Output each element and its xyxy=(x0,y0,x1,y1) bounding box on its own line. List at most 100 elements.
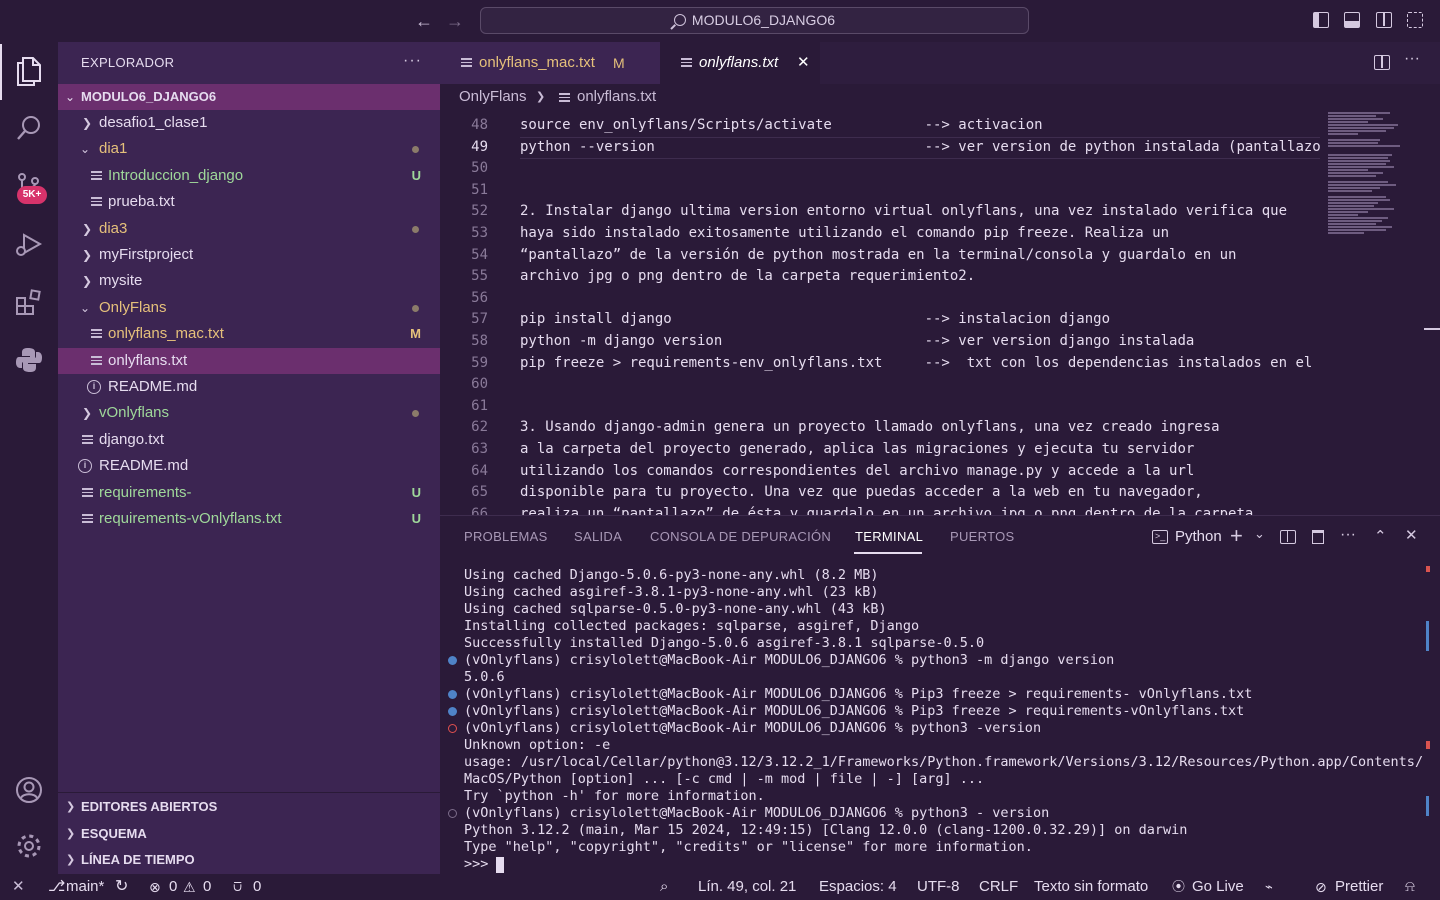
terminal-scrollbar[interactable] xyxy=(1426,566,1430,866)
line-number: 54 xyxy=(471,246,488,263)
file-readme-md[interactable]: i README.md xyxy=(58,453,440,479)
error-count[interactable]: 0 xyxy=(169,874,177,900)
chevron-right-icon: ❯ xyxy=(82,248,93,262)
source-control-badge: 5K+ xyxy=(17,186,47,204)
chevron-down-icon[interactable]: ⌄ xyxy=(1254,526,1265,542)
tab-ports[interactable]: PUERTOS xyxy=(950,529,1014,544)
workspace-root[interactable]: ⌄ MODULO6_DJANGO6 xyxy=(58,84,440,110)
extensions-icon[interactable] xyxy=(0,276,58,324)
cursor-position[interactable]: Lín. 49, col. 21 xyxy=(698,874,796,900)
more-actions-icon[interactable]: ··· xyxy=(1340,526,1356,544)
end-of-line[interactable]: CRLF xyxy=(979,874,1018,900)
maximize-panel-icon[interactable]: ⌃ xyxy=(1374,527,1387,545)
more-actions-icon[interactable]: ··· xyxy=(403,52,422,70)
folder-dia3[interactable]: ❯ dia3 xyxy=(58,216,440,242)
minimap[interactable] xyxy=(1320,110,1440,515)
customize-layout-icon[interactable] xyxy=(1407,12,1423,28)
back-arrow-icon[interactable]: ← xyxy=(413,10,435,32)
file-requirements-vonlyflans[interactable]: requirements-vOnlyflans.txt U xyxy=(58,506,440,532)
section-open-editors[interactable]: ❯ EDITORES ABIERTOS xyxy=(58,794,440,820)
tree-item-label: desafio1_clase1 xyxy=(99,114,208,131)
explorer-icon[interactable] xyxy=(0,44,58,100)
chevron-right-icon: ❯ xyxy=(82,222,93,236)
section-outline[interactable]: ❯ ESQUEMA xyxy=(58,821,440,847)
tree-item-label: OnlyFlans xyxy=(99,299,167,316)
remote-icon[interactable]: ✕ xyxy=(12,874,25,900)
tab-output[interactable]: SALIDA xyxy=(574,529,622,544)
run-debug-icon[interactable] xyxy=(0,218,58,266)
close-tab-icon[interactable]: ✕ xyxy=(797,42,810,84)
notifications-bell-icon[interactable]: ⍾ xyxy=(1405,874,1415,900)
settings-gear-icon[interactable] xyxy=(0,820,58,868)
split-terminal-icon[interactable] xyxy=(1280,530,1296,544)
command-decoration-icon[interactable] xyxy=(448,809,457,818)
minimap-line xyxy=(1328,232,1364,234)
minimap-line xyxy=(1328,190,1372,192)
file-requirements[interactable]: requirements- U xyxy=(58,480,440,506)
minimap-slider[interactable] xyxy=(1424,328,1440,330)
toggle-secondary-sidebar-icon[interactable] xyxy=(1376,12,1392,28)
file-onlyflans-mac-txt[interactable]: onlyflans_mac.txt M xyxy=(58,321,440,347)
editor-tab-bar: onlyflans_mac.txt M onlyflans.txt ✕ ··· xyxy=(440,42,1440,84)
folder-dia1[interactable]: ⌄ dia1 xyxy=(58,136,440,162)
chevron-down-icon: ⌄ xyxy=(65,90,76,104)
code-editor[interactable]: 48 source env_onlyflans/Scripts/activate … xyxy=(440,110,1320,515)
tab-onlyflans[interactable]: onlyflans.txt ✕ xyxy=(660,42,820,84)
file-django-txt[interactable]: django.txt xyxy=(58,427,440,453)
new-terminal-icon[interactable]: + xyxy=(1230,523,1243,549)
command-decoration-icon[interactable] xyxy=(448,707,457,716)
sync-icon[interactable]: ↻ xyxy=(115,874,128,900)
command-error-icon[interactable] xyxy=(448,724,457,733)
file-onlyflans-readme[interactable]: i README.md xyxy=(58,374,440,400)
indentation[interactable]: Espacios: 4 xyxy=(819,874,897,900)
section-timeline[interactable]: ❯ LÍNEA DE TIEMPO xyxy=(58,847,440,873)
tab-debug-console[interactable]: CONSOLA DE DEPURACIÓN xyxy=(650,529,831,544)
close-panel-icon[interactable]: ✕ xyxy=(1405,526,1418,544)
command-center-search[interactable]: MODULO6_DJANGO6 xyxy=(480,7,1029,34)
folder-vonlyflans[interactable]: ❯ vOnlyflans xyxy=(58,400,440,426)
code-line: realiza un “pantallazo” de ésta y guarda… xyxy=(520,505,1254,515)
breadcrumb-file[interactable]: onlyflans.txt xyxy=(577,84,656,110)
file-prueba-txt[interactable]: prueba.txt xyxy=(58,189,440,215)
minimap-line xyxy=(1328,127,1394,129)
minimap-line xyxy=(1328,223,1376,225)
trash-icon[interactable] xyxy=(1312,530,1324,544)
file-onlyflans-txt[interactable]: onlyflans.txt xyxy=(58,348,440,374)
git-branch[interactable]: main* xyxy=(66,874,104,900)
minimap-line xyxy=(1328,172,1383,174)
folder-myfirstproject[interactable]: ❯ myFirstproject xyxy=(58,242,440,268)
python-icon[interactable] xyxy=(0,334,58,382)
ports-count[interactable]: 0 xyxy=(253,874,261,900)
more-actions-icon[interactable]: ··· xyxy=(1404,50,1420,68)
folder-onlyflans[interactable]: ⌄ OnlyFlans xyxy=(58,295,440,321)
split-editor-icon[interactable] xyxy=(1374,55,1390,70)
tab-onlyflans-mac[interactable]: onlyflans_mac.txt M xyxy=(440,42,660,84)
tab-problems[interactable]: PROBLEMAS xyxy=(464,529,548,544)
toggle-panel-icon[interactable] xyxy=(1344,12,1360,28)
tree-item-label: README.md xyxy=(108,378,198,395)
terminal-line: Using cached Django-5.0.6-py3-none-any.w… xyxy=(464,567,879,583)
search-icon[interactable] xyxy=(0,102,58,150)
zoom-icon[interactable]: ⌕ xyxy=(660,874,668,900)
folder-mysite[interactable]: ❯ mysite xyxy=(58,268,440,294)
toggle-primary-sidebar-icon[interactable] xyxy=(1313,12,1329,28)
line-number: 48 xyxy=(471,117,488,133)
tree-item-label: mysite xyxy=(99,272,143,289)
command-decoration-icon[interactable] xyxy=(448,656,457,665)
language-mode[interactable]: Texto sin formato xyxy=(1034,874,1148,900)
forward-arrow-icon[interactable]: → xyxy=(444,10,466,32)
terminal-shell-name[interactable]: Python xyxy=(1175,528,1222,545)
modified-dot-icon xyxy=(412,146,419,153)
folder-desafio1-clase1[interactable]: ❯ desafio1_clase1 xyxy=(58,110,440,136)
prettier-status[interactable]: Prettier xyxy=(1335,874,1383,900)
go-live-button[interactable]: Go Live xyxy=(1192,874,1244,900)
breadcrumb-folder[interactable]: OnlyFlans xyxy=(459,84,527,110)
command-decoration-icon[interactable] xyxy=(448,690,457,699)
warning-count[interactable]: 0 xyxy=(203,874,211,900)
copilot-icon[interactable]: ⌁ xyxy=(1265,874,1273,900)
tab-terminal[interactable]: TERMINAL xyxy=(855,529,923,544)
encoding[interactable]: UTF-8 xyxy=(917,874,960,900)
account-icon[interactable] xyxy=(0,764,58,812)
file-introduccion-django[interactable]: Introduccion_django U xyxy=(58,163,440,189)
line-number: 62 xyxy=(471,419,488,436)
